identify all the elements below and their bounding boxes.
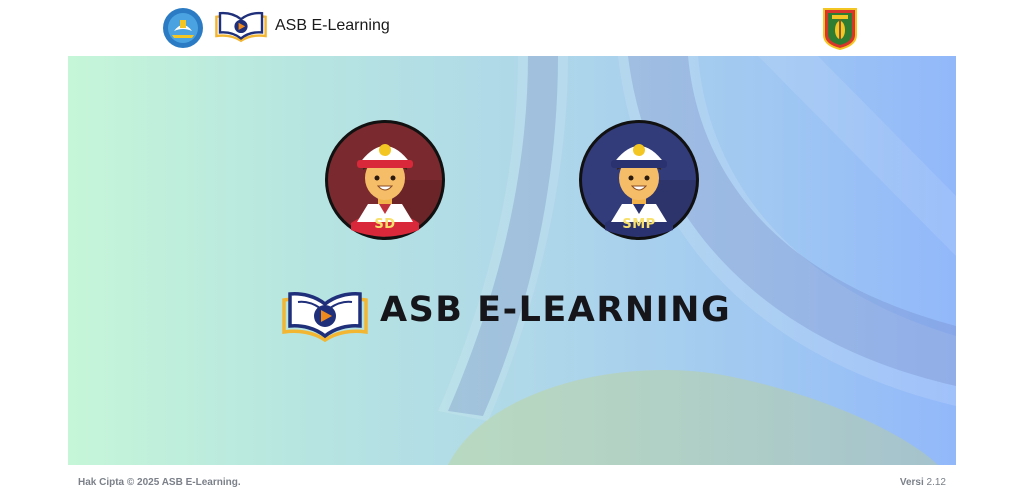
header: ASB E-Learning (0, 0, 1024, 56)
version-number: 2.12 (926, 477, 946, 488)
hero-banner: SD SMP ASB E-LEARNING (68, 56, 956, 465)
banner-background-decoration (438, 56, 956, 465)
asb-book-logo (214, 9, 268, 45)
version-label: Versi (899, 477, 924, 488)
level-smp-button[interactable]: SMP (577, 118, 701, 242)
level-sd-button[interactable]: SD (323, 118, 447, 242)
version-info: Versi 2.12 (900, 477, 946, 488)
regional-emblem (820, 5, 860, 51)
level-sd-label: SD (374, 217, 396, 232)
kemdikbud-logo (162, 7, 204, 49)
asb-book-icon (280, 286, 370, 344)
app-title: ASB E-Learning (275, 17, 390, 34)
level-smp-label: SMP (622, 217, 656, 232)
copyright-text: Hak Cipta © 2025 ASB E-Learning. (78, 477, 241, 488)
footer: Hak Cipta © 2025 ASB E-Learning. Versi 2… (68, 465, 956, 500)
brand-text: ASB E-LEARNING (380, 290, 732, 330)
brand-logo: ASB E-LEARNING (280, 286, 740, 346)
